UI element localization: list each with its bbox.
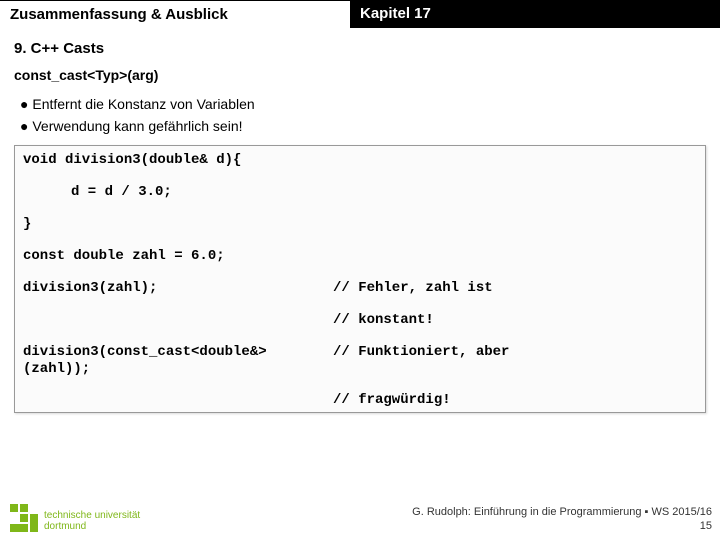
university-logo: technische universität dortmund [10, 504, 140, 532]
credit-line: G. Rudolph: Einführung in die Programmie… [412, 506, 712, 518]
header-left-title: Zusammenfassung & Ausblick [0, 0, 350, 28]
cast-subtitle: const_cast<Typ>(arg) [14, 67, 706, 83]
code-line: } [23, 216, 333, 234]
slide-footer: technische universität dortmund G. Rudol… [0, 496, 720, 536]
code-line: division3(zahl); [23, 280, 333, 298]
code-comment: // Fehler, zahl ist [333, 280, 697, 298]
uni-line1: technische universität [44, 511, 140, 522]
code-line: d = d / 3.0; [23, 184, 333, 202]
tu-logo-icon [10, 504, 38, 532]
slide-header: Zusammenfassung & Ausblick Kapitel 17 [0, 0, 720, 28]
code-comment: // fragwürdig! [333, 392, 697, 410]
header-right-chapter: Kapitel 17 [350, 0, 720, 28]
bullet-item: Entfernt die Konstanz von Variablen [14, 93, 706, 115]
section-title: 9. C++ Casts [14, 40, 706, 57]
code-comment: // Funktioniert, aber [333, 344, 697, 378]
code-line [23, 312, 333, 330]
bullet-list: Entfernt die Konstanz von Variablen Verw… [14, 93, 706, 137]
code-line: const double zahl = 6.0; [23, 248, 333, 266]
university-name: technische universität dortmund [44, 511, 140, 532]
code-comment: // konstant! [333, 312, 697, 330]
code-line [23, 392, 333, 410]
code-line: void division3(double& d){ [23, 152, 333, 170]
page-number: 15 [700, 520, 712, 532]
bullet-item: Verwendung kann gefährlich sein! [14, 115, 706, 137]
slide-content: 9. C++ Casts const_cast<Typ>(arg) Entfer… [0, 28, 720, 413]
code-box: void division3(double& d){ d = d / 3.0; … [14, 145, 706, 413]
code-line: division3(const_cast<double&>(zahl)); [23, 344, 333, 378]
uni-line2: dortmund [44, 522, 140, 533]
